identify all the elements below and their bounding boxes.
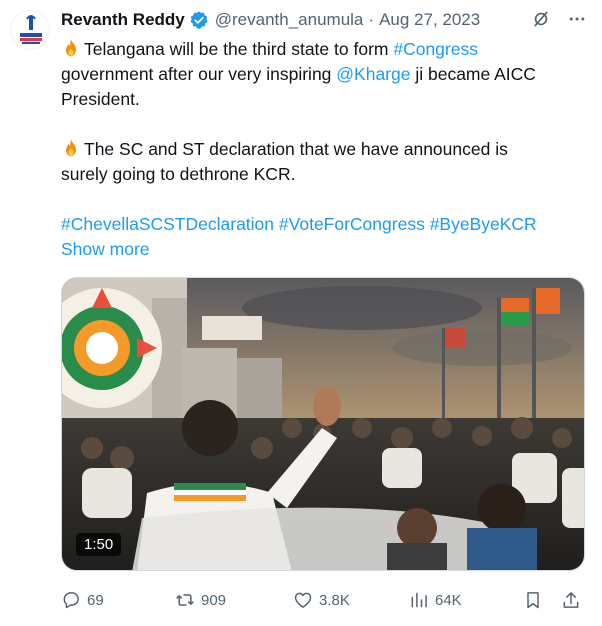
reply-count: 69 — [87, 591, 104, 609]
tweet-line-3: President. — [61, 89, 140, 109]
video-duration: 1:50 — [76, 533, 122, 556]
repost-button[interactable]: 909 — [175, 588, 226, 612]
tweet-line-2-text-after: ji became AICC — [410, 64, 536, 84]
fire-emoji-icon — [61, 138, 81, 158]
tweet-line-4: The SC and ST declaration that we have a… — [61, 137, 589, 162]
like-count: 3.8K — [319, 591, 350, 609]
header-separator: · — [368, 10, 375, 29]
share-icon — [563, 592, 579, 608]
tweet-text: Telangana will be the third state to for… — [61, 37, 589, 262]
tweet[interactable]: Revanth Reddy @revanth_anumula · Aug 27,… — [0, 0, 602, 626]
bookmark-icon — [527, 592, 539, 609]
share-button[interactable] — [561, 588, 587, 612]
avatar[interactable] — [10, 10, 50, 50]
hashtag-chevella[interactable]: #ChevellaSCSTDeclaration — [61, 214, 274, 234]
tweet-line-1: Telangana will be the third state to for… — [61, 37, 589, 62]
repost-count: 909 — [201, 591, 227, 609]
tweet-date[interactable]: Aug 27, 2023 — [379, 10, 480, 30]
video-player[interactable]: 1:50 — [61, 277, 585, 571]
more-icon[interactable] — [566, 8, 588, 30]
views-count: 64K — [435, 591, 462, 609]
tweet-header: Revanth Reddy @revanth_anumula · Aug 27,… — [61, 8, 588, 32]
hashtag-congress[interactable]: #Congress — [393, 39, 478, 59]
tweet-line-4-text: The SC and ST declaration that we have a… — [84, 139, 508, 159]
grok-icon[interactable] — [530, 8, 552, 30]
views-icon — [411, 592, 427, 608]
repost-icon — [176, 594, 194, 606]
fire-emoji-icon — [61, 38, 81, 58]
tweet-line-2: government after our very inspiring @Kha… — [61, 62, 589, 87]
author-handle[interactable]: @revanth_anumula — [215, 10, 364, 30]
verified-badge-icon — [189, 10, 209, 30]
bookmark-button[interactable] — [523, 588, 549, 612]
like-button[interactable]: 3.8K — [293, 588, 350, 612]
action-bar: 69 909 3.8K 64K — [61, 588, 585, 612]
views-button[interactable]: 64K — [409, 588, 462, 612]
reply-icon — [63, 592, 79, 609]
reply-button[interactable]: 69 — [61, 588, 104, 612]
hashtag-byebyekcr[interactable]: #ByeByeKCR — [430, 214, 537, 234]
tweet-line-1-text: Telangana will be the third state to for… — [84, 39, 394, 59]
tweet-line-5: surely going to dethrone KCR. — [61, 164, 296, 184]
author-name[interactable]: Revanth Reddy — [61, 10, 185, 30]
mention-kharge[interactable]: @Kharge — [336, 64, 410, 84]
hashtag-line: #ChevellaSCSTDeclaration #VoteForCongres… — [61, 212, 589, 237]
show-more-link[interactable]: Show more — [61, 237, 589, 262]
avatar-logo-icon — [11, 11, 49, 49]
hashtag-voteforcongress[interactable]: #VoteForCongress — [279, 214, 425, 234]
tweet-line-2-text-before: government after our very inspiring — [61, 64, 337, 84]
like-icon — [294, 592, 312, 608]
video-thumbnail — [62, 278, 584, 570]
